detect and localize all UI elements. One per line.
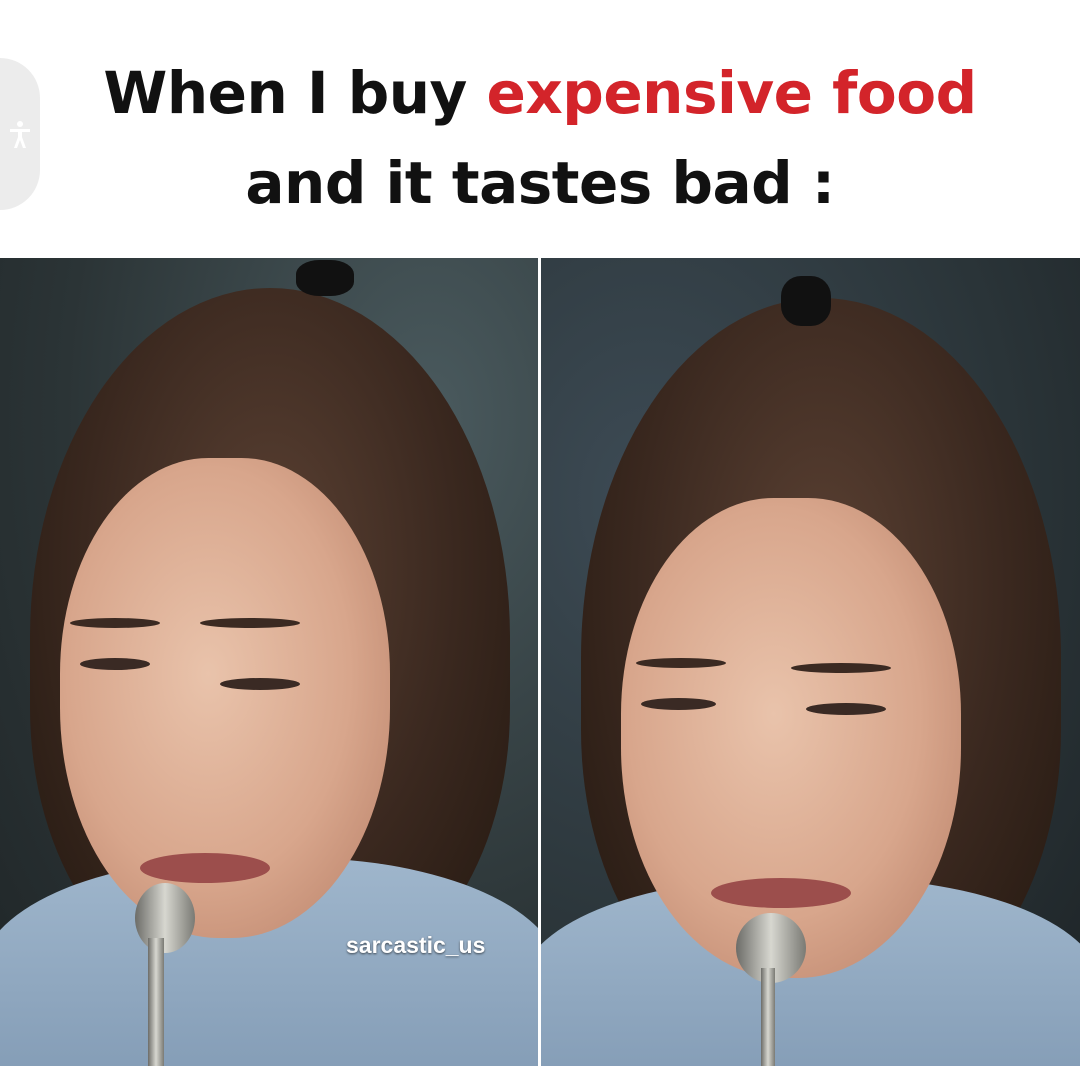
mouth xyxy=(140,853,270,883)
caption-highlight: expensive food xyxy=(486,59,978,127)
spoon-handle xyxy=(761,968,775,1066)
caption-line-1: When I buy expensive food xyxy=(103,59,978,127)
eye xyxy=(220,678,300,690)
hair-clip xyxy=(296,260,354,296)
meme-caption: When I buy expensive food and it tastes … xyxy=(0,48,1080,228)
eye xyxy=(641,698,716,710)
brow xyxy=(636,658,726,668)
mouth xyxy=(711,878,851,908)
caption-line-2: and it tastes bad : xyxy=(245,149,835,217)
brow xyxy=(791,663,891,673)
spoon xyxy=(135,883,195,953)
eye xyxy=(806,703,886,715)
eye xyxy=(80,658,150,670)
brow xyxy=(70,618,160,628)
watermark: sarcastic_us xyxy=(346,932,486,958)
brow xyxy=(200,618,300,628)
hair-clip xyxy=(781,276,831,326)
spoon-handle xyxy=(148,938,164,1066)
photo-panel-right xyxy=(541,258,1080,1066)
